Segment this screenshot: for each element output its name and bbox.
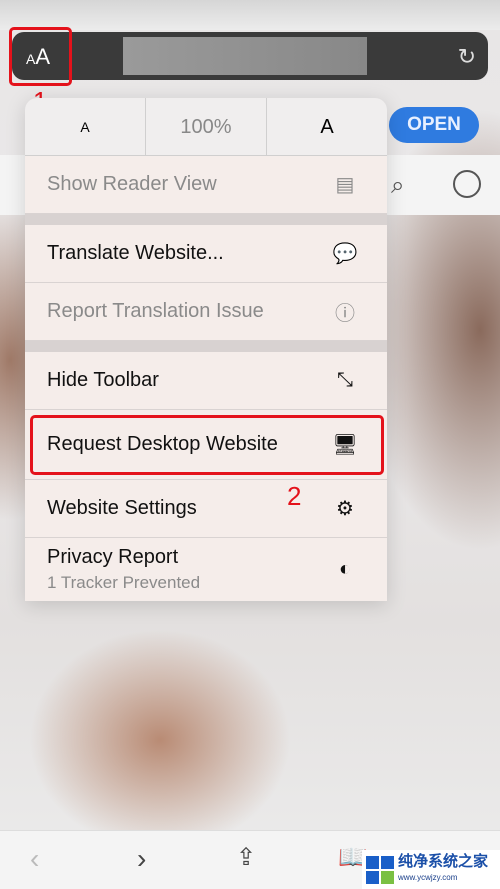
decrease-font-button[interactable]: A — [25, 98, 146, 155]
account-icon[interactable] — [453, 170, 481, 198]
zoom-level[interactable]: 100% — [146, 98, 267, 155]
step2-label: 2 — [287, 481, 302, 511]
forward-icon[interactable]: › — [137, 843, 146, 875]
shield-icon: ◐ — [338, 558, 352, 580]
highlight-box-step2 — [30, 415, 384, 475]
font-size-row: A 100% A — [25, 98, 387, 156]
exclamation-circle-icon: ⓘ — [335, 303, 355, 325]
gear-icon: ⚙ — [336, 498, 354, 520]
separator — [25, 214, 387, 225]
share-icon[interactable]: ⇪ — [236, 843, 256, 872]
back-icon[interactable]: ‹ — [30, 843, 39, 875]
status-bar — [0, 0, 500, 30]
watermark-logo — [366, 855, 394, 884]
expand-arrows-icon: ⤡ — [337, 369, 353, 391]
menu-item-privacy-report[interactable]: Privacy Report 1 Tracker Prevented ◐ — [25, 538, 387, 601]
menu-item-hide-toolbar[interactable]: Hide Toolbar ⤡ — [25, 352, 387, 410]
increase-font-button[interactable]: A — [267, 98, 387, 155]
highlight-box-step1 — [9, 27, 72, 86]
menu-item-reader-view[interactable]: Show Reader View ▤ — [25, 156, 387, 214]
search-icon[interactable]: ⌕ — [391, 172, 404, 200]
address-bar[interactable]: AA ↻ — [12, 32, 488, 80]
watermark: 纯净系统之家 www.ycwjzy.com — [362, 850, 500, 889]
reload-icon[interactable]: ↻ — [458, 44, 476, 70]
open-button[interactable]: OPEN — [389, 107, 479, 143]
menu-item-translate[interactable]: Translate Website... 💬 — [25, 225, 387, 283]
page-menu: A 100% A Show Reader View ▤ Translate Web… — [25, 98, 387, 601]
translate-icon: 💬 — [332, 243, 358, 265]
menu-item-report-translation[interactable]: Report Translation Issue ⓘ — [25, 283, 387, 341]
menu-item-website-settings[interactable]: Website Settings ⚙ — [25, 480, 387, 538]
reader-icon: ▤ — [335, 174, 355, 196]
url-text-redacted[interactable] — [123, 37, 367, 75]
separator — [25, 341, 387, 352]
